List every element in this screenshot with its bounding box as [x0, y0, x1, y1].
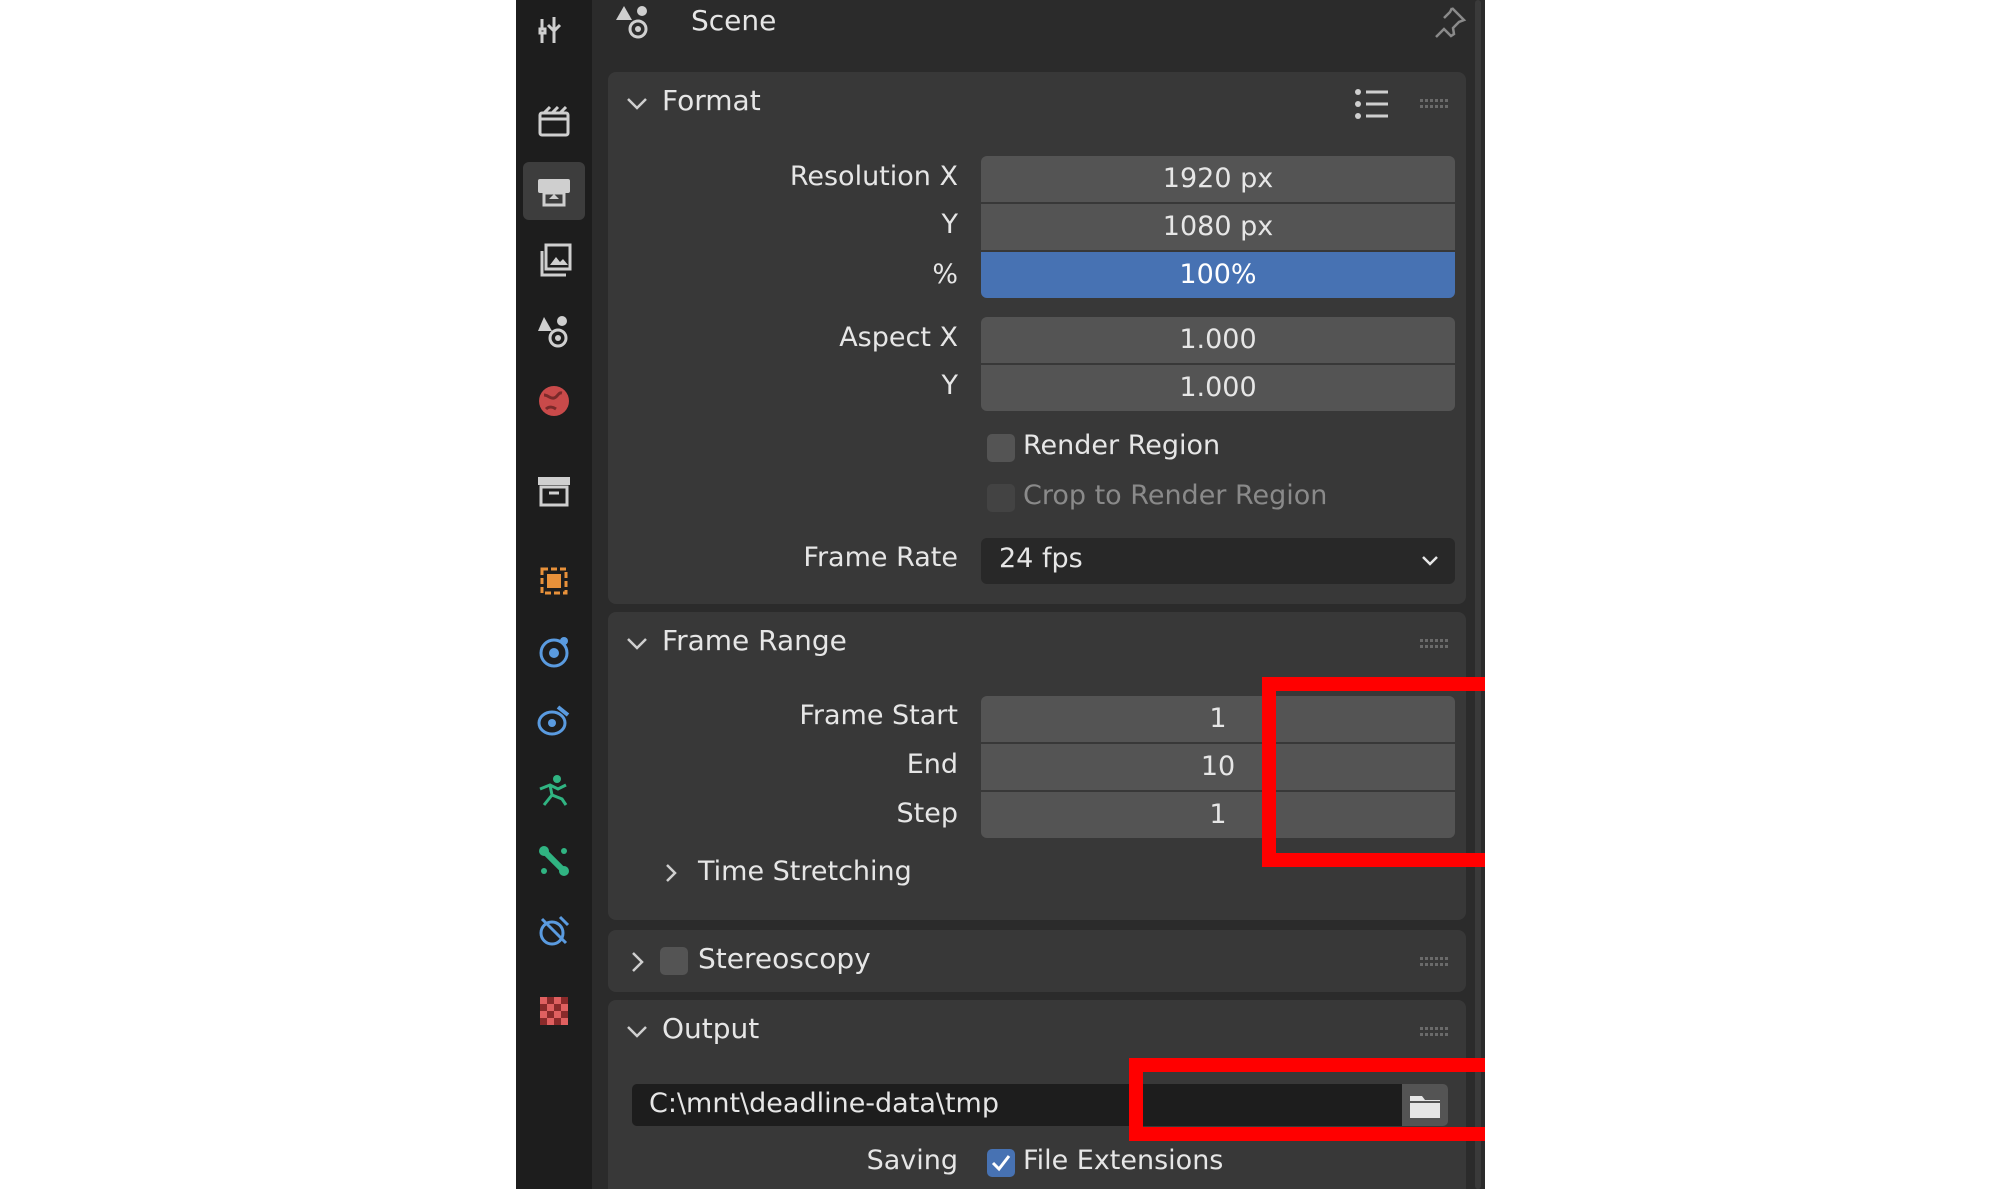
constraints-icon: [539, 846, 569, 876]
object-tab[interactable]: [523, 552, 585, 610]
frame-start-label: Frame Start: [799, 700, 958, 731]
data-icon: [539, 915, 570, 946]
aspect-y-field[interactable]: 1.000: [981, 365, 1455, 411]
stereoscopy-panel: Stereoscopy: [608, 930, 1466, 992]
frame-end-label: End: [906, 749, 958, 780]
crop-render-region-label: Crop to Render Region: [1023, 480, 1328, 511]
scene-tab[interactable]: [523, 302, 585, 360]
output-path-value: C:\mnt\deadline-data\tmp: [649, 1088, 999, 1119]
render-icon: [538, 105, 570, 137]
modifier-tab[interactable]: [523, 622, 585, 680]
time-stretching-label: Time Stretching: [698, 856, 912, 887]
format-panel: Format Resolution X 1920 px Y 1080 px % …: [608, 72, 1466, 604]
stereoscopy-title: Stereoscopy: [698, 942, 871, 975]
physics-icon: [539, 775, 568, 806]
frame-end-field[interactable]: 10: [981, 744, 1455, 790]
frame-range-title: Frame Range: [662, 624, 847, 657]
output-tab[interactable]: [523, 162, 585, 220]
material-icon: [540, 997, 568, 1025]
drag-grip-icon[interactable]: [1420, 1026, 1450, 1038]
chevron-down-icon: [627, 98, 647, 110]
frame-range-panel: Frame Range Frame Start 1 End 10 Step 1 …: [608, 612, 1466, 920]
folder-icon: [1410, 1096, 1440, 1118]
file-extensions-checkbox[interactable]: [987, 1149, 1015, 1177]
data-tab[interactable]: [523, 902, 585, 960]
view-layer-icon: [540, 243, 572, 277]
modifier-icon: [539, 637, 569, 668]
frame-range-panel-header[interactable]: Frame Range: [608, 612, 1466, 674]
file-extensions-label: File Extensions: [1023, 1145, 1224, 1176]
resolution-x-label: Resolution X: [789, 161, 958, 192]
render-tab[interactable]: [523, 92, 585, 150]
resolution-percent-label: %: [932, 259, 958, 290]
tool-tab[interactable]: [523, 2, 585, 60]
properties-editor: Scene Format Resolution X 1920 px Y 1080: [516, 0, 1485, 1189]
resolution-x-field[interactable]: 1920 px: [981, 156, 1455, 202]
chevron-right-icon: [632, 952, 644, 972]
time-stretching-subpanel[interactable]: Time Stretching: [648, 852, 1248, 896]
chevron-down-icon: [627, 638, 647, 650]
collection-icon: [538, 477, 570, 507]
output-icon: [538, 179, 570, 207]
scrollbar[interactable]: [1475, 0, 1481, 1189]
constraints-tab[interactable]: [523, 832, 585, 890]
aspect-y-label: Y: [941, 370, 959, 401]
physics-tab[interactable]: [523, 762, 585, 820]
scene-icon: [616, 6, 648, 39]
chevron-down-icon: [1422, 556, 1438, 566]
properties-tab-bar: [516, 0, 592, 1189]
frame-start-field[interactable]: 1: [981, 696, 1455, 742]
aspect-x-label: Aspect X: [839, 322, 958, 353]
render-region-label: Render Region: [1023, 430, 1221, 461]
resolution-y-field[interactable]: 1080 px: [981, 204, 1455, 250]
properties-content: Scene Format Resolution X 1920 px Y 1080: [592, 0, 1485, 1189]
frame-rate-dropdown[interactable]: 24 fps: [981, 538, 1455, 584]
object-icon: [540, 567, 568, 595]
drag-grip-icon[interactable]: [1420, 956, 1450, 968]
chevron-right-icon: [666, 864, 677, 882]
particles-tab[interactable]: [523, 692, 585, 750]
stereoscopy-checkbox[interactable]: [660, 947, 688, 975]
output-panel-header[interactable]: Output: [608, 1000, 1466, 1062]
format-panel-header[interactable]: Format: [608, 72, 1466, 134]
frame-rate-value: 24 fps: [999, 543, 1083, 574]
context-title: Scene: [691, 4, 777, 37]
crop-render-region-checkbox: [987, 484, 1015, 512]
stereoscopy-panel-header[interactable]: Stereoscopy: [608, 930, 1466, 992]
frame-rate-label: Frame Rate: [803, 542, 958, 573]
output-path-input[interactable]: C:\mnt\deadline-data\tmp: [632, 1084, 1402, 1126]
resolution-percent-slider[interactable]: 100%: [981, 252, 1455, 298]
frame-step-field[interactable]: 1: [981, 792, 1455, 838]
scene-icon: [538, 316, 568, 348]
drag-grip-icon[interactable]: [1420, 638, 1450, 650]
saving-label: Saving: [866, 1145, 958, 1176]
view-layer-tab[interactable]: [523, 232, 585, 290]
pin-icon[interactable]: [1432, 4, 1468, 40]
output-title: Output: [662, 1012, 760, 1045]
world-icon: [539, 386, 569, 416]
browse-folder-button[interactable]: [1402, 1084, 1448, 1126]
particles-icon: [537, 705, 570, 736]
presets-list-icon[interactable]: [1352, 86, 1392, 122]
chevron-down-icon: [627, 1026, 647, 1038]
frame-step-label: Step: [896, 798, 958, 829]
format-title: Format: [662, 84, 761, 117]
drag-grip-icon[interactable]: [1420, 98, 1450, 110]
properties-header: Scene: [592, 0, 1485, 46]
material-tab[interactable]: [523, 982, 585, 1040]
world-tab[interactable]: [523, 372, 585, 430]
render-region-checkbox[interactable]: [987, 434, 1015, 462]
tool-icon: [538, 17, 562, 43]
collection-tab[interactable]: [523, 462, 585, 520]
aspect-x-field[interactable]: 1.000: [981, 317, 1455, 363]
output-panel: Output C:\mnt\deadline-data\tmp Saving F…: [608, 1000, 1466, 1189]
checkmark-icon: [991, 1155, 1011, 1172]
resolution-y-label: Y: [941, 209, 959, 240]
